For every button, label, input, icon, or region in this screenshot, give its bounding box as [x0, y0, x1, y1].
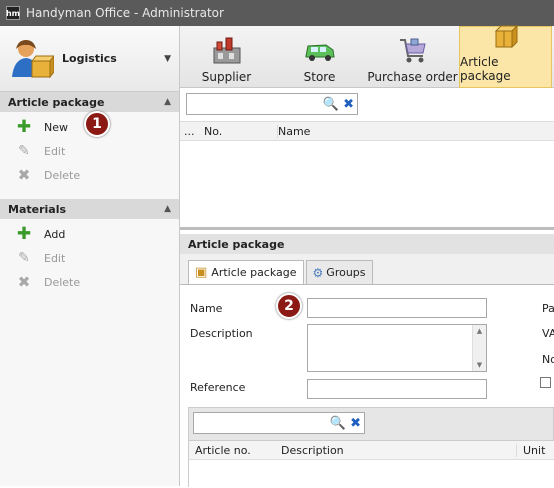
add-button[interactable]: ✚ Add — [0, 222, 179, 246]
plus-icon: ✚ — [16, 224, 32, 244]
toolbar-label: Store — [303, 70, 336, 84]
materials-grid: 🔍 ✖ Article no. Description Unit — [188, 407, 554, 488]
tab-label: Article package — [211, 266, 297, 279]
user-box-icon — [12, 39, 54, 78]
new-label: New — [44, 120, 68, 134]
module-selector[interactable]: Logistics ▼ — [0, 26, 179, 92]
module-toolbar: Supplier Store Purchase order Article pa… — [180, 24, 554, 88]
tab-article-package[interactable]: ▣ Article package — [188, 260, 304, 284]
collapse-icon[interactable]: ▲ — [164, 97, 171, 107]
description-field[interactable]: ▲ ▼ — [307, 324, 487, 372]
add-label: Add — [44, 227, 66, 241]
reference-field[interactable] — [307, 379, 487, 399]
tab-groups[interactable]: ⚙ Groups — [305, 260, 373, 284]
groups-icon: ⚙ — [312, 265, 324, 280]
boxes-icon — [490, 21, 522, 51]
name-label: Name — [190, 302, 223, 315]
detail-panel: Article package ▣ Article package ⚙ Grou… — [180, 234, 554, 488]
left-panel: Logistics ▼ Article package ▲ ✚ New ✎ Ed… — [0, 26, 180, 486]
list-search-box[interactable]: 🔍 ✖ — [186, 93, 358, 115]
checkbox[interactable] — [540, 377, 551, 388]
toolbar-label: Purchase order — [367, 70, 458, 84]
scroll-up-icon[interactable]: ▲ — [477, 327, 482, 335]
delete-label: Delete — [44, 275, 81, 289]
reference-label: Reference — [190, 381, 246, 394]
box-icon: ▣ — [195, 265, 208, 280]
cart-icon — [397, 36, 429, 66]
column-header[interactable]: Name — [278, 125, 310, 138]
factory-icon — [211, 36, 243, 66]
collapse-icon[interactable]: ▲ — [164, 204, 171, 214]
chevron-down-icon[interactable]: ▼ — [164, 54, 171, 64]
toolbar-store[interactable]: Store — [273, 26, 366, 88]
description-label: Description — [190, 327, 253, 340]
delete-icon: ✖ — [17, 166, 31, 184]
materials-search-box[interactable]: 🔍 ✖ — [193, 412, 365, 434]
column-header[interactable]: No. — [202, 124, 278, 138]
section-header-materials[interactable]: Materials ▲ — [0, 199, 179, 219]
section-title: Article package — [8, 95, 105, 109]
section-title: Materials — [8, 202, 67, 216]
column-header[interactable]: Unit — [517, 444, 545, 457]
edit-label: Edit — [44, 144, 66, 158]
search-icon[interactable]: 🔍 — [330, 416, 346, 431]
toolbar-supplier[interactable]: Supplier — [180, 26, 273, 88]
column-header[interactable]: Article no. — [189, 444, 275, 457]
column-header[interactable]: ... — [180, 125, 202, 138]
van-icon — [304, 36, 336, 66]
column-header[interactable]: Description — [275, 443, 517, 457]
delete-label: Delete — [44, 168, 81, 182]
name-field[interactable] — [307, 298, 487, 318]
clear-icon[interactable]: ✖ — [350, 416, 361, 431]
toolbar-purchase-order[interactable]: Purchase order — [366, 26, 459, 88]
toolbar-label: Supplier — [201, 70, 252, 84]
toolbar-article-package[interactable]: Article package — [459, 24, 552, 88]
toolbar-label: Article package — [460, 55, 511, 83]
materials-rows — [189, 460, 554, 488]
delete-icon: ✖ — [17, 273, 31, 291]
materials-header: Article no. Description Unit — [189, 440, 554, 460]
right-label: Pa — [542, 302, 554, 315]
right-label: VA — [542, 327, 554, 340]
title-bar: hm Handyman Office - Administrator — [0, 0, 554, 26]
search-icon[interactable]: 🔍 — [323, 97, 339, 112]
annotation-badge-1: 1 — [84, 111, 110, 137]
edit-label: Edit — [44, 251, 66, 265]
plus-icon: ✚ — [16, 117, 32, 137]
list-header: ... No. Name — [180, 121, 554, 141]
annotation-badge-2: 2 — [276, 293, 302, 319]
edit-button[interactable]: ✎ Edit — [0, 139, 179, 163]
right-label: No — [542, 353, 554, 366]
detail-tabs: ▣ Article package ⚙ Groups — [188, 260, 375, 284]
clear-icon[interactable]: ✖ — [343, 97, 354, 112]
edit-icon: ✎ — [18, 143, 30, 159]
window-title: Handyman Office - Administrator — [26, 6, 224, 20]
section-header-article-package[interactable]: Article package ▲ — [0, 92, 179, 112]
edit-icon: ✎ — [18, 250, 30, 266]
scroll-down-icon[interactable]: ▼ — [477, 361, 482, 369]
delete-button[interactable]: ✖ Delete — [0, 163, 179, 187]
tab-label: Groups — [326, 266, 366, 279]
app-logo-icon: hm — [6, 6, 20, 20]
module-label: Logistics — [62, 52, 117, 65]
edit-button[interactable]: ✎ Edit — [0, 246, 179, 270]
detail-title: Article package — [180, 234, 554, 254]
article-package-list: 🔍 ✖ ... No. Name — [180, 88, 554, 230]
scrollbar[interactable]: ▲ ▼ — [472, 325, 486, 371]
article-package-form: Name Description ▲ ▼ Reference Pa VA No … — [180, 284, 554, 488]
delete-button[interactable]: ✖ Delete — [0, 270, 179, 294]
